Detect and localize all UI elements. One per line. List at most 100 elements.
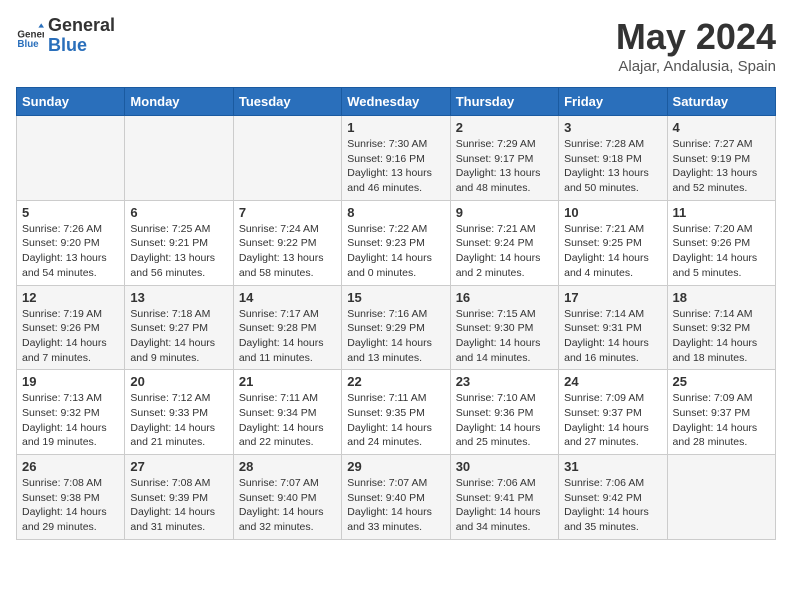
header-day-friday: Friday <box>559 88 667 116</box>
day-number: 30 <box>456 459 553 474</box>
day-number: 4 <box>673 120 770 135</box>
calendar-cell <box>125 116 233 201</box>
day-info: Sunrise: 7:16 AM Sunset: 9:29 PM Dayligh… <box>347 307 444 366</box>
day-number: 25 <box>673 374 770 389</box>
day-info: Sunrise: 7:11 AM Sunset: 9:35 PM Dayligh… <box>347 391 444 450</box>
day-info: Sunrise: 7:13 AM Sunset: 9:32 PM Dayligh… <box>22 391 119 450</box>
logo-blue-text: Blue <box>48 36 115 56</box>
day-number: 17 <box>564 290 661 305</box>
day-number: 23 <box>456 374 553 389</box>
day-number: 13 <box>130 290 227 305</box>
day-info: Sunrise: 7:27 AM Sunset: 9:19 PM Dayligh… <box>673 137 770 196</box>
week-row-2: 5 Sunrise: 7:26 AM Sunset: 9:20 PM Daylig… <box>17 200 776 285</box>
calendar-cell: 6Sunrise: 7:25 AM Sunset: 9:21 PM Daylig… <box>125 200 233 285</box>
day-number: 15 <box>347 290 444 305</box>
calendar-cell: 31Sunrise: 7:06 AM Sunset: 9:42 PM Dayli… <box>559 455 667 540</box>
day-info: Sunrise: 7:19 AM Sunset: 9:26 PM Dayligh… <box>22 307 119 366</box>
week-row-4: 19 Sunrise: 7:13 AM Sunset: 9:32 PM Dayli… <box>17 370 776 455</box>
calendar-cell: 20 Sunrise: 7:12 AM Sunset: 9:33 PM Dayli… <box>125 370 233 455</box>
header-day-sunday: Sunday <box>17 88 125 116</box>
day-number: 19 <box>22 374 119 389</box>
calendar-cell: 16Sunrise: 7:15 AM Sunset: 9:30 PM Dayli… <box>450 285 558 370</box>
day-info: Sunrise: 7:28 AM Sunset: 9:18 PM Dayligh… <box>564 137 661 196</box>
week-row-3: 12 Sunrise: 7:19 AM Sunset: 9:26 PM Dayli… <box>17 285 776 370</box>
day-number: 7 <box>239 205 336 220</box>
page-header: General Blue General Blue May 2024 Alaja… <box>16 16 776 75</box>
day-info: Sunrise: 7:18 AM Sunset: 9:27 PM Dayligh… <box>130 307 227 366</box>
calendar-cell: 8 Sunrise: 7:22 AM Sunset: 9:23 PM Daylig… <box>342 200 450 285</box>
header-day-tuesday: Tuesday <box>233 88 341 116</box>
calendar-cell <box>233 116 341 201</box>
title-block: May 2024 Alajar, Andalusia, Spain <box>616 16 776 75</box>
calendar-cell: 22 Sunrise: 7:11 AM Sunset: 9:35 PM Dayli… <box>342 370 450 455</box>
calendar-cell: 30Sunrise: 7:06 AM Sunset: 9:41 PM Dayli… <box>450 455 558 540</box>
header-day-thursday: Thursday <box>450 88 558 116</box>
week-row-5: 26 Sunrise: 7:08 AM Sunset: 9:38 PM Dayli… <box>17 455 776 540</box>
day-info: Sunrise: 7:30 AM Sunset: 9:16 PM Dayligh… <box>347 137 444 196</box>
day-number: 1 <box>347 120 444 135</box>
header-day-saturday: Saturday <box>667 88 775 116</box>
day-info: Sunrise: 7:07 AM Sunset: 9:40 PM Dayligh… <box>347 476 444 535</box>
day-info: Sunrise: 7:25 AM Sunset: 9:21 PM Dayligh… <box>130 222 227 281</box>
calendar-cell: 28 Sunrise: 7:07 AM Sunset: 9:40 PM Dayli… <box>233 455 341 540</box>
calendar-cell: 25 Sunrise: 7:09 AM Sunset: 9:37 PM Dayli… <box>667 370 775 455</box>
day-number: 20 <box>130 374 227 389</box>
day-number: 10 <box>564 205 661 220</box>
calendar-cell: 19 Sunrise: 7:13 AM Sunset: 9:32 PM Dayli… <box>17 370 125 455</box>
day-number: 27 <box>130 459 227 474</box>
day-info: Sunrise: 7:20 AM Sunset: 9:26 PM Dayligh… <box>673 222 770 281</box>
day-info: Sunrise: 7:09 AM Sunset: 9:37 PM Dayligh… <box>564 391 661 450</box>
day-number: 22 <box>347 374 444 389</box>
calendar-cell: 1 Sunrise: 7:30 AM Sunset: 9:16 PM Daylig… <box>342 116 450 201</box>
svg-text:Blue: Blue <box>17 39 39 50</box>
day-info: Sunrise: 7:26 AM Sunset: 9:20 PM Dayligh… <box>22 222 119 281</box>
day-number: 9 <box>456 205 553 220</box>
day-info: Sunrise: 7:11 AM Sunset: 9:34 PM Dayligh… <box>239 391 336 450</box>
calendar-cell <box>17 116 125 201</box>
calendar-header: SundayMondayTuesdayWednesdayThursdayFrid… <box>17 88 776 116</box>
day-info: Sunrise: 7:09 AM Sunset: 9:37 PM Dayligh… <box>673 391 770 450</box>
week-row-1: 1 Sunrise: 7:30 AM Sunset: 9:16 PM Daylig… <box>17 116 776 201</box>
day-number: 3 <box>564 120 661 135</box>
calendar-cell: 18Sunrise: 7:14 AM Sunset: 9:32 PM Dayli… <box>667 285 775 370</box>
calendar-cell: 3 Sunrise: 7:28 AM Sunset: 9:18 PM Daylig… <box>559 116 667 201</box>
calendar-cell: 23 Sunrise: 7:10 AM Sunset: 9:36 PM Dayli… <box>450 370 558 455</box>
calendar-cell: 14 Sunrise: 7:17 AM Sunset: 9:28 PM Dayli… <box>233 285 341 370</box>
calendar-cell: 10 Sunrise: 7:21 AM Sunset: 9:25 PM Dayli… <box>559 200 667 285</box>
day-info: Sunrise: 7:22 AM Sunset: 9:23 PM Dayligh… <box>347 222 444 281</box>
day-number: 18 <box>673 290 770 305</box>
day-info: Sunrise: 7:14 AM Sunset: 9:31 PM Dayligh… <box>564 307 661 366</box>
day-info: Sunrise: 7:10 AM Sunset: 9:36 PM Dayligh… <box>456 391 553 450</box>
day-info: Sunrise: 7:21 AM Sunset: 9:25 PM Dayligh… <box>564 222 661 281</box>
day-info: Sunrise: 7:08 AM Sunset: 9:39 PM Dayligh… <box>130 476 227 535</box>
day-number: 8 <box>347 205 444 220</box>
day-info: Sunrise: 7:12 AM Sunset: 9:33 PM Dayligh… <box>130 391 227 450</box>
day-number: 24 <box>564 374 661 389</box>
day-info: Sunrise: 7:08 AM Sunset: 9:38 PM Dayligh… <box>22 476 119 535</box>
day-number: 26 <box>22 459 119 474</box>
calendar-table: SundayMondayTuesdayWednesdayThursdayFrid… <box>16 87 776 540</box>
header-day-wednesday: Wednesday <box>342 88 450 116</box>
day-number: 31 <box>564 459 661 474</box>
calendar-cell: 29 Sunrise: 7:07 AM Sunset: 9:40 PM Dayli… <box>342 455 450 540</box>
day-info: Sunrise: 7:21 AM Sunset: 9:24 PM Dayligh… <box>456 222 553 281</box>
calendar-cell: 7 Sunrise: 7:24 AM Sunset: 9:22 PM Daylig… <box>233 200 341 285</box>
day-number: 12 <box>22 290 119 305</box>
calendar-cell: 17 Sunrise: 7:14 AM Sunset: 9:31 PM Dayli… <box>559 285 667 370</box>
logo: General Blue General Blue <box>16 16 115 56</box>
calendar-cell <box>667 455 775 540</box>
day-info: Sunrise: 7:24 AM Sunset: 9:22 PM Dayligh… <box>239 222 336 281</box>
location-text: Alajar, Andalusia, Spain <box>616 58 776 75</box>
header-day-monday: Monday <box>125 88 233 116</box>
day-info: Sunrise: 7:07 AM Sunset: 9:40 PM Dayligh… <box>239 476 336 535</box>
calendar-cell: 21Sunrise: 7:11 AM Sunset: 9:34 PM Dayli… <box>233 370 341 455</box>
logo-general-text: General <box>48 16 115 36</box>
day-info: Sunrise: 7:17 AM Sunset: 9:28 PM Dayligh… <box>239 307 336 366</box>
day-number: 28 <box>239 459 336 474</box>
calendar-cell: 15 Sunrise: 7:16 AM Sunset: 9:29 PM Dayli… <box>342 285 450 370</box>
calendar-cell: 27 Sunrise: 7:08 AM Sunset: 9:39 PM Dayli… <box>125 455 233 540</box>
day-number: 29 <box>347 459 444 474</box>
day-number: 14 <box>239 290 336 305</box>
day-info: Sunrise: 7:15 AM Sunset: 9:30 PM Dayligh… <box>456 307 553 366</box>
day-number: 5 <box>22 205 119 220</box>
